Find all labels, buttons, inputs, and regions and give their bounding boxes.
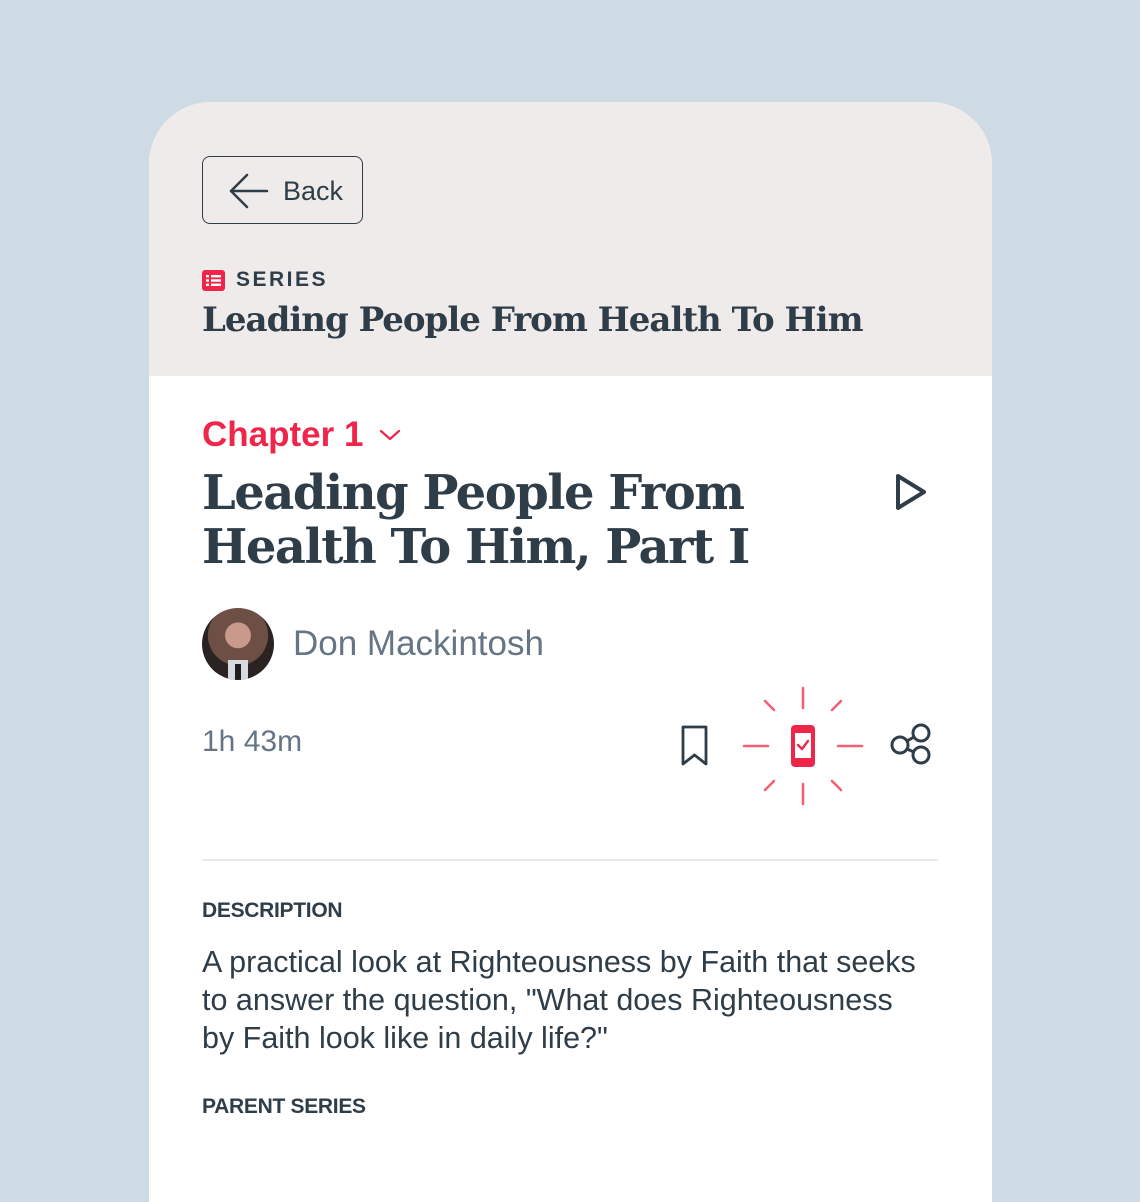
- author[interactable]: Don Mackintosh: [202, 608, 544, 680]
- chapter-label: Chapter 1: [202, 415, 364, 454]
- chapter-selector[interactable]: Chapter 1: [202, 415, 401, 455]
- device-check-icon[interactable]: [741, 684, 865, 808]
- back-button[interactable]: Back: [202, 156, 363, 224]
- duration: 1h 43m: [202, 725, 303, 758]
- series-kicker-label: SERIES: [236, 268, 329, 291]
- play-icon[interactable]: [889, 470, 933, 514]
- share-icon[interactable]: [889, 722, 933, 766]
- chevron-down-icon: [380, 429, 401, 441]
- episode-title-line-2: Health To Him, Part I: [202, 519, 750, 575]
- back-label: Back: [283, 176, 344, 206]
- description-label: DESCRIPTION: [202, 899, 343, 922]
- series-header: Back SERIES Leading People From Health T…: [149, 102, 992, 376]
- episode-title: Leading People From Health To Him, Part …: [202, 466, 822, 574]
- description-text: A practical look at Righteousness by Fai…: [202, 945, 916, 1055]
- episode-title-line-1: Leading People From: [202, 465, 745, 521]
- author-name: Don Mackintosh: [293, 624, 544, 663]
- avatar: [202, 608, 274, 680]
- episode-card: Back SERIES Leading People From Health T…: [149, 102, 992, 1202]
- divider: [202, 859, 938, 861]
- parent-series-label: PARENT SERIES: [202, 1095, 366, 1118]
- arrow-left-icon: [229, 173, 269, 209]
- bookmark-icon[interactable]: [679, 724, 711, 768]
- series-title[interactable]: Leading People From Health To Him: [202, 300, 864, 340]
- list-icon: [202, 269, 225, 291]
- series-kicker: SERIES: [202, 268, 328, 292]
